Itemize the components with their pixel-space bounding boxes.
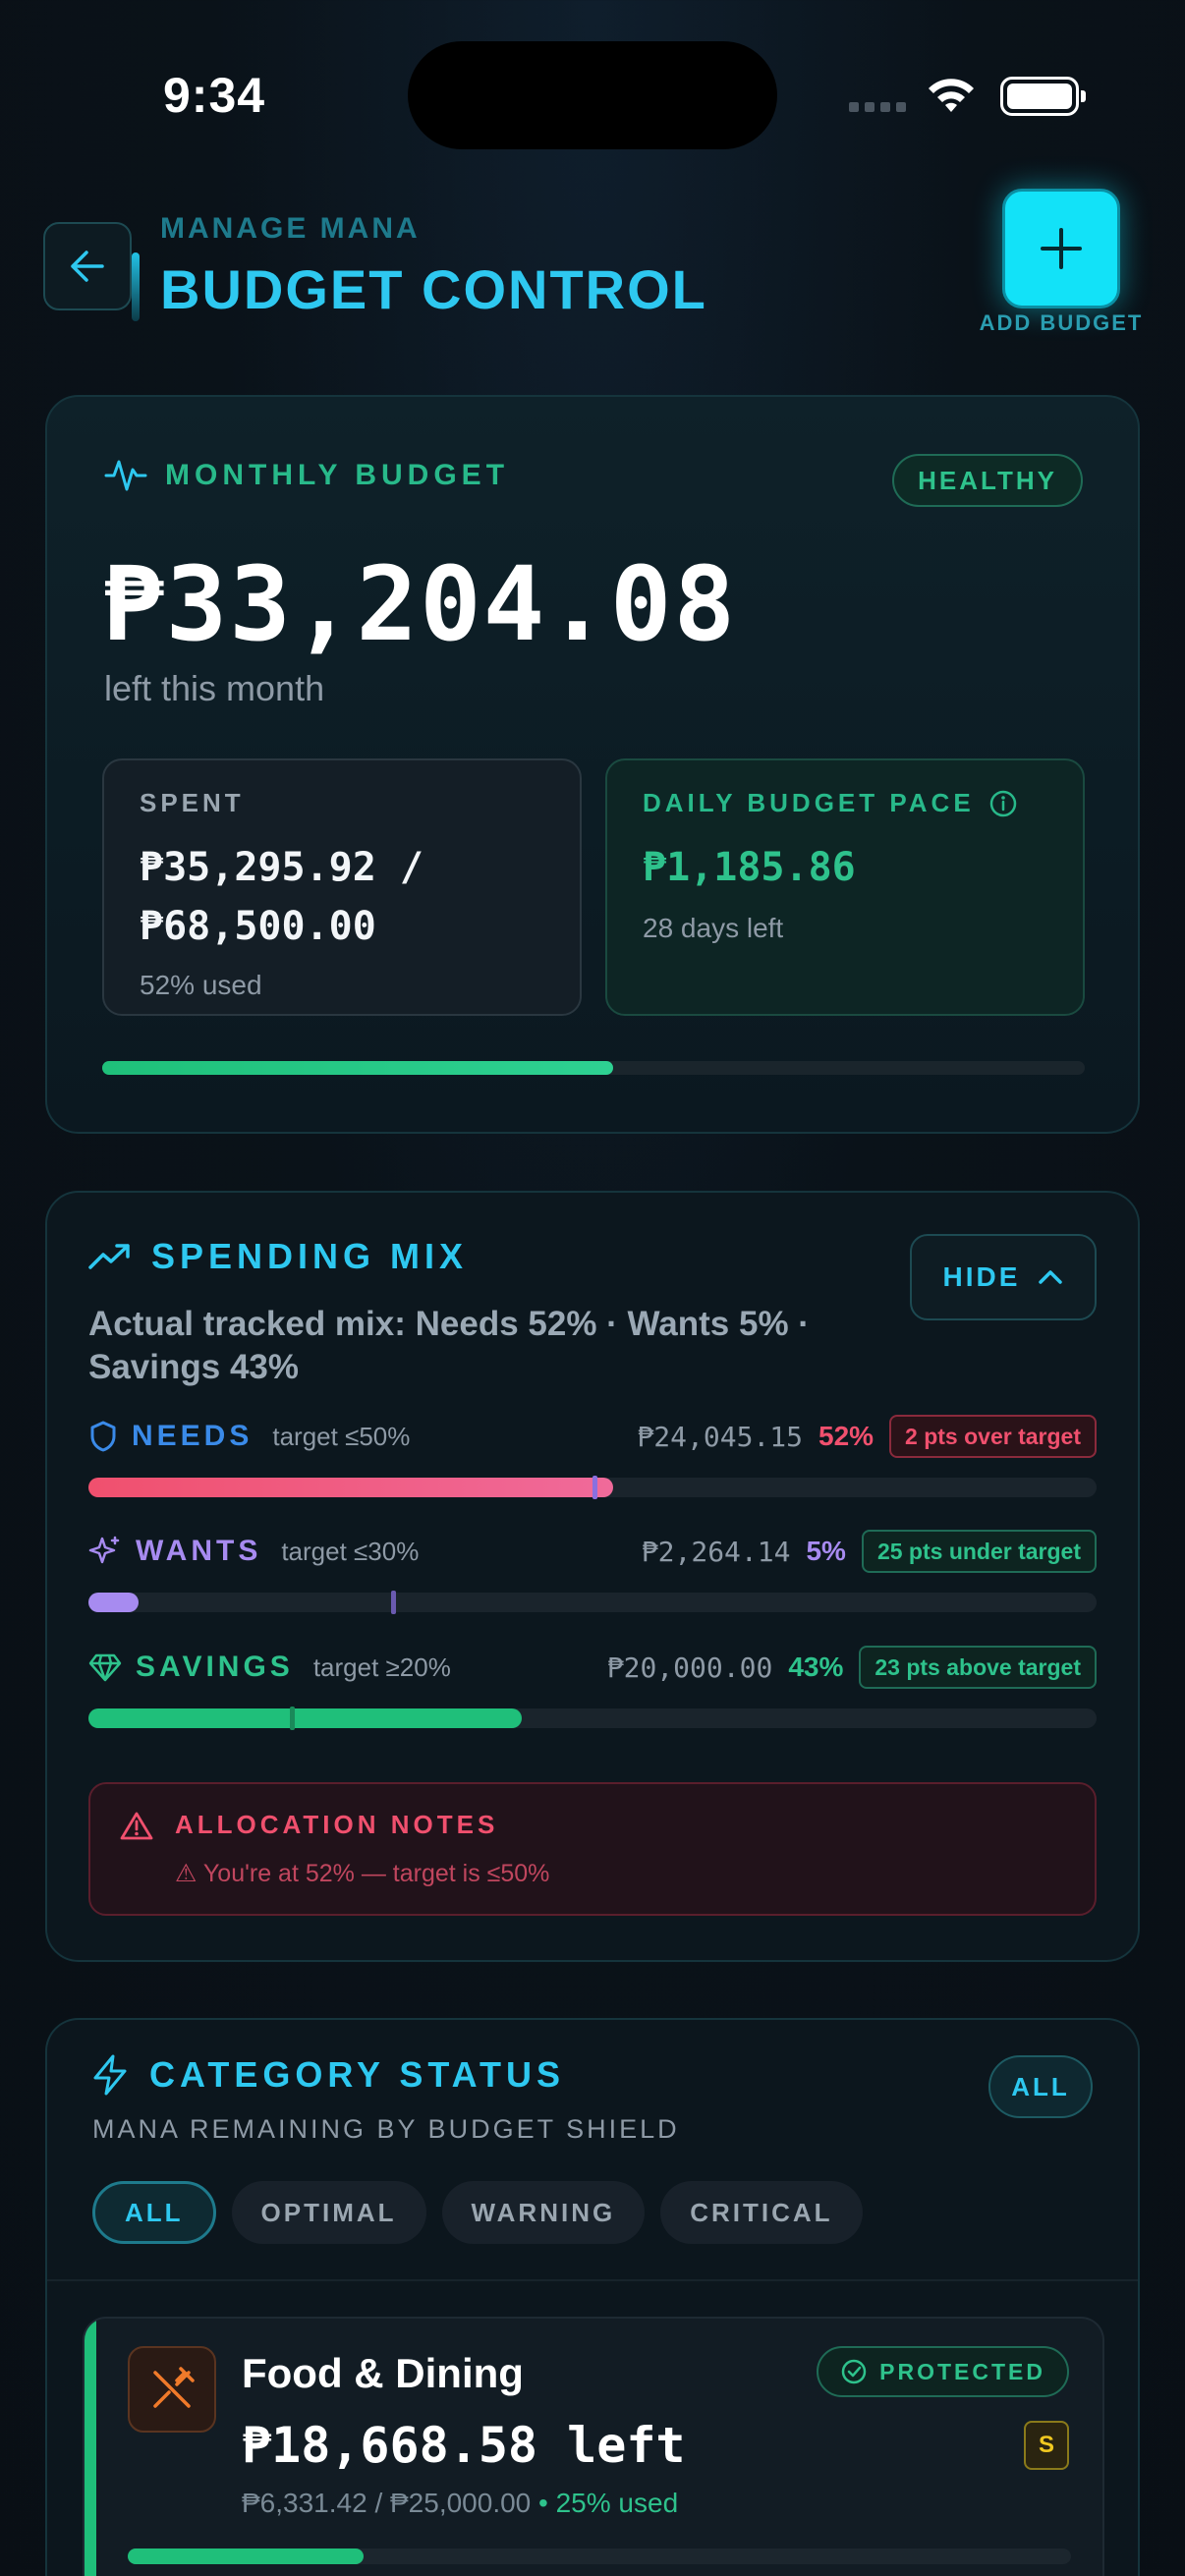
- mix-pct-wants: 5%: [806, 1536, 846, 1566]
- mix-fill-savings: [88, 1708, 523, 1728]
- plus-icon: [1041, 228, 1082, 269]
- add-budget-label[interactable]: ADD BUDGET: [967, 310, 1156, 336]
- mix-target-marker-needs: [592, 1476, 597, 1499]
- filter-warning[interactable]: WARNING: [441, 2181, 646, 2244]
- spent-percent-used: 52% used: [140, 970, 262, 1000]
- budget-progress-bar: [102, 1061, 1085, 1075]
- daily-pace-label: DAILY BUDGET PACE: [643, 788, 975, 817]
- back-button[interactable]: [43, 222, 132, 310]
- budget-left-label: left this month: [104, 668, 325, 708]
- category-usage: ₱6,331.42 / ₱25,000.00 • 25% used: [242, 2488, 678, 2519]
- utensils-crossed-icon: [153, 2367, 195, 2408]
- trending-up-icon: [88, 1244, 130, 1269]
- category-all-badge[interactable]: ALL: [988, 2055, 1093, 2118]
- daily-pace-stat: DAILY BUDGET PACE ₱1,185.86 28 days left: [605, 758, 1085, 1016]
- mix-target-marker-wants: [390, 1591, 396, 1614]
- mix-status-needs: 2 pts over target: [889, 1415, 1097, 1458]
- spending-mix-card: SPENDING MIX HIDE Actual tracked mix: Ne…: [45, 1191, 1140, 1962]
- mix-name-savings: SAVINGS: [136, 1651, 294, 1683]
- mix-summary: Actual tracked mix: Needs 52% · Wants 5%…: [88, 1305, 810, 1386]
- dynamic-island: [408, 41, 777, 149]
- budget-amount-left: ₱33,204.08: [102, 544, 738, 664]
- status-time: 9:34: [163, 68, 266, 123]
- shield-icon: [90, 1421, 116, 1452]
- mix-status-savings: 23 pts above target: [859, 1646, 1097, 1689]
- filter-all[interactable]: ALL: [92, 2181, 216, 2244]
- category-status-title: CATEGORY STATUS: [149, 2054, 566, 2095]
- page-title: BUDGET CONTROL: [160, 258, 707, 320]
- allocation-notes-body: ⚠ You're at 52% — target is ≤50%: [175, 1860, 550, 1887]
- mix-target-wants: target ≤30%: [281, 1536, 420, 1566]
- activity-pulse-icon: [104, 460, 147, 491]
- category-filter-tabs: ALL OPTIMAL WARNING CRITICAL: [92, 2181, 863, 2244]
- divider: [47, 2279, 1138, 2281]
- cellular-signal-icon: [849, 102, 906, 112]
- mix-name-needs: NEEDS: [132, 1420, 254, 1452]
- mix-name-wants: WANTS: [136, 1535, 262, 1567]
- spent-label: SPENT: [140, 788, 245, 817]
- spending-mix-header: SPENDING MIX: [88, 1236, 468, 1277]
- filter-optimal[interactable]: OPTIMAL: [231, 2181, 426, 2244]
- mix-amount-savings: ₱20,000.00: [606, 1651, 773, 1684]
- category-status-card: CATEGORY STATUS MANA REMAINING BY BUDGET…: [45, 2018, 1140, 2576]
- budget-health-badge: HEALTHY: [892, 454, 1083, 507]
- spent-value: ₱35,295.92 / ₱68,500.00: [140, 845, 423, 949]
- monthly-budget-title: MONTHLY BUDGET: [165, 459, 510, 491]
- header-accent-bar: [132, 252, 140, 321]
- mix-target-marker-savings: [290, 1707, 296, 1730]
- category-status-subtitle: MANA REMAINING BY BUDGET SHIELD: [92, 2114, 680, 2144]
- mix-status-wants: 25 pts under target: [861, 1530, 1097, 1573]
- budget-progress-fill: [102, 1061, 613, 1075]
- mix-fill-needs: [88, 1478, 613, 1497]
- category-status-accent: [85, 2319, 96, 2576]
- category-amount-left: ₱18,668.58 left: [242, 2417, 686, 2474]
- monthly-budget-header: MONTHLY BUDGET: [104, 456, 509, 495]
- category-icon-box: [128, 2346, 216, 2433]
- spent-stat: SPENT ₱35,295.92 / ₱68,500.00 52% used: [102, 758, 582, 1016]
- spending-mix-title: SPENDING MIX: [151, 1236, 469, 1276]
- mix-bar-wants: [88, 1591, 1097, 1614]
- mix-amount-needs: ₱24,045.15: [637, 1420, 803, 1453]
- category-percent-used: • 25% used: [531, 2488, 679, 2518]
- category-item-food-dining[interactable]: Food & Dining ₱18,668.58 left ₱6,331.42 …: [83, 2317, 1104, 2576]
- category-progress-bar: [128, 2548, 1071, 2564]
- days-left: 28 days left: [643, 913, 784, 943]
- lightning-bolt-icon: [93, 2054, 127, 2096]
- mix-amount-wants: ₱2,264.14: [641, 1535, 791, 1568]
- mix-target-savings: target ≥20%: [312, 1652, 451, 1682]
- status-bar: 9:34: [0, 0, 1185, 187]
- battery-icon: [1000, 77, 1086, 116]
- allocation-notes: ALLOCATION NOTES ⚠ You're at 52% — targe…: [88, 1782, 1097, 1916]
- category-name: Food & Dining: [242, 2350, 524, 2396]
- hide-mix-button[interactable]: HIDE: [910, 1234, 1097, 1320]
- page-eyebrow: MANAGE MANA: [160, 212, 421, 245]
- category-tier-badge: S: [1024, 2421, 1069, 2470]
- add-budget-button[interactable]: [1002, 189, 1120, 308]
- mix-bar-savings: [88, 1707, 1097, 1730]
- warning-triangle-icon: [120, 1812, 153, 1839]
- check-circle-icon: [841, 2359, 867, 2384]
- gem-icon: [88, 1653, 122, 1682]
- monthly-budget-card: MONTHLY BUDGET HEALTHY ₱33,204.08 left t…: [45, 395, 1140, 1134]
- mix-bar-needs: [88, 1476, 1097, 1499]
- category-progress-fill: [128, 2548, 364, 2564]
- mix-pct-savings: 43%: [788, 1652, 844, 1682]
- filter-critical[interactable]: CRITICAL: [660, 2181, 863, 2244]
- chevron-up-icon: [1039, 1270, 1063, 1284]
- hide-label: HIDE: [942, 1261, 1021, 1292]
- category-status-header: CATEGORY STATUS: [90, 2053, 565, 2097]
- allocation-notes-title: ALLOCATION NOTES: [175, 1810, 499, 1839]
- category-spent-of: ₱6,331.42 / ₱25,000.00: [242, 2488, 532, 2518]
- wifi-icon: [929, 79, 974, 112]
- arrow-left-icon: [71, 251, 104, 282]
- category-status-label: PROTECTED: [879, 2358, 1045, 2384]
- info-icon[interactable]: [988, 789, 1018, 818]
- sparkles-icon: [88, 1536, 120, 1564]
- category-status-badge: PROTECTED: [817, 2346, 1069, 2397]
- daily-pace-value: ₱1,185.86: [643, 845, 856, 890]
- mix-pct-needs: 52%: [818, 1421, 875, 1451]
- mix-target-needs: target ≤50%: [272, 1421, 411, 1451]
- mix-fill-wants: [88, 1593, 140, 1612]
